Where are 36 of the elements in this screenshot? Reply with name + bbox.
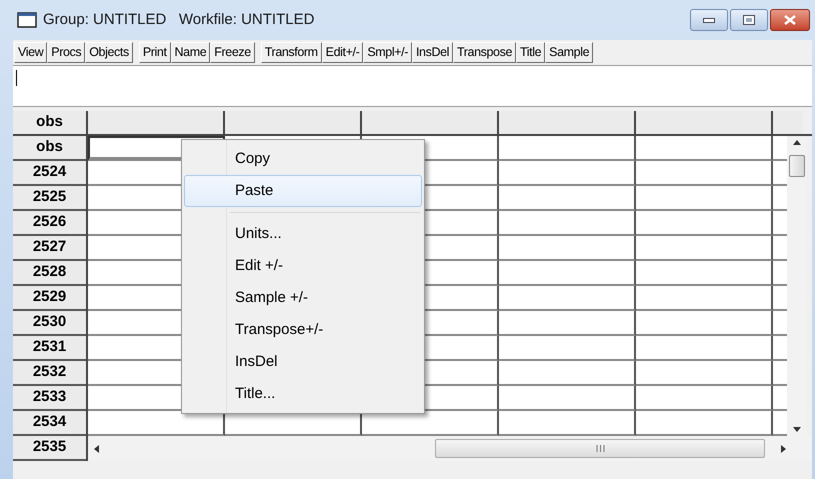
toolbar-button[interactable]: Smpl+/- bbox=[363, 42, 412, 62]
toolbar-button[interactable]: Freeze bbox=[210, 42, 255, 62]
row-header: 2525 bbox=[13, 186, 86, 211]
toolbar-button[interactable]: InsDel bbox=[412, 42, 454, 62]
window-title: Group: UNTITLED Workfile: UNTITLED bbox=[43, 10, 314, 30]
menu-item[interactable]: Transpose+/- bbox=[184, 314, 422, 346]
row-header: 2527 bbox=[13, 236, 86, 261]
menu-item[interactable]: Paste bbox=[184, 175, 422, 207]
row-header: 2533 bbox=[13, 386, 86, 411]
toolbar-button[interactable]: Transpose bbox=[453, 42, 516, 62]
toolbar-button[interactable]: Objects bbox=[85, 42, 133, 62]
row-header: 2532 bbox=[13, 361, 86, 386]
column-header: obs bbox=[13, 111, 88, 134]
row-header: 2524 bbox=[13, 161, 86, 186]
toolbar-button[interactable]: Sample bbox=[545, 42, 594, 62]
toolbar-button[interactable]: Edit+/- bbox=[322, 42, 364, 62]
menu-item[interactable]: Title... bbox=[184, 378, 422, 410]
row-header: 2526 bbox=[13, 211, 86, 236]
menu-item[interactable]: InsDel bbox=[184, 346, 422, 378]
row-header: 2535 bbox=[13, 436, 86, 461]
toolbar-button[interactable]: Name bbox=[170, 42, 210, 62]
toolbar-button[interactable]: Transform bbox=[260, 42, 322, 62]
menu-item[interactable]: Copy bbox=[184, 143, 422, 175]
row-header: 2530 bbox=[13, 311, 86, 336]
toolbar-button[interactable]: Procs bbox=[47, 42, 86, 62]
toolbar-button[interactable]: Title bbox=[516, 42, 546, 62]
menu-item[interactable]: Sample +/- bbox=[184, 282, 422, 314]
row-header: 2531 bbox=[13, 336, 86, 361]
row-header: 2529 bbox=[13, 286, 86, 311]
row-header: 2528 bbox=[13, 261, 86, 286]
menu-item[interactable]: Edit +/- bbox=[184, 250, 422, 282]
row-header: 2534 bbox=[13, 411, 86, 436]
row-header: obs bbox=[13, 136, 86, 161]
toolbar-button[interactable]: Print bbox=[138, 42, 171, 62]
toolbar-button[interactable]: View bbox=[14, 42, 48, 62]
menu-item[interactable]: Units... bbox=[184, 218, 422, 250]
